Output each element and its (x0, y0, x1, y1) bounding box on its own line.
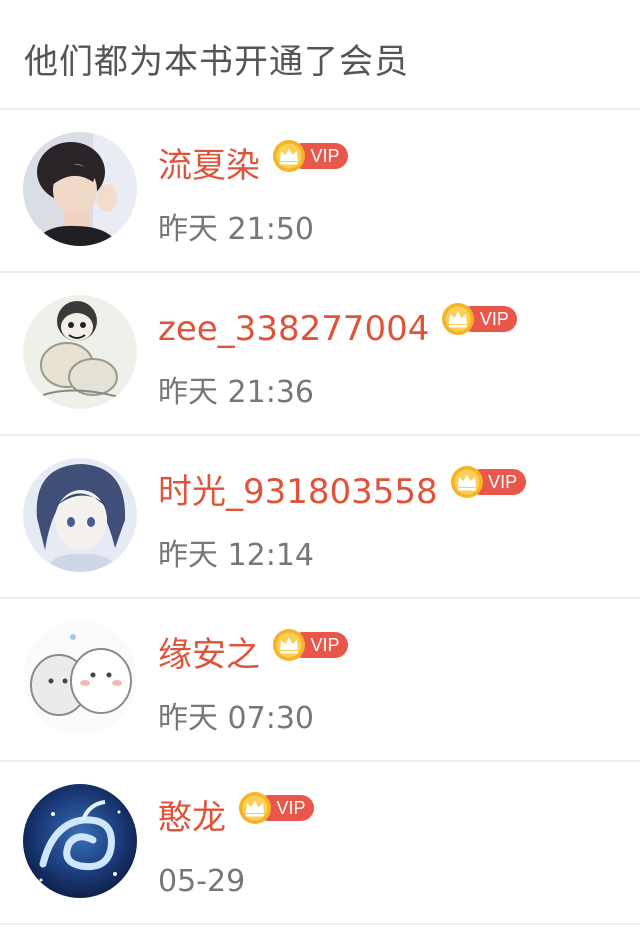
join-time: 05-29 (158, 864, 246, 899)
avatar[interactable] (23, 295, 137, 409)
crown-icon (442, 303, 475, 335)
username[interactable]: 时光_931803558 (158, 469, 438, 515)
name-line: 缘安之 VIP (158, 629, 348, 678)
list-item[interactable]: 缘安之 VIP 昨天 07:30 (0, 599, 640, 762)
list-item[interactable]: 时光_931803558 VIP 昨天 12:14 (0, 436, 640, 599)
page-title: 他们都为本书开通了会员 (24, 42, 409, 82)
join-time: 昨天 21:50 (158, 212, 314, 247)
avatar[interactable] (23, 784, 137, 898)
member-list: 流夏染 VIP 昨天 21:50 zee_338277004 VIP 昨天 21… (0, 110, 640, 925)
join-time: 昨天 21:36 (158, 375, 314, 410)
crown-icon (273, 140, 305, 172)
vip-badge: VIP (450, 465, 526, 498)
list-item[interactable]: zee_338277004 VIP 昨天 21:36 (0, 273, 640, 436)
name-line: 时光_931803558 VIP (158, 466, 526, 515)
avatar[interactable] (23, 132, 137, 246)
crown-icon (239, 792, 271, 824)
list-item[interactable]: 流夏染 VIP 昨天 21:50 (0, 110, 640, 273)
username[interactable]: 流夏染 (158, 143, 260, 189)
join-time: 昨天 07:30 (158, 701, 314, 736)
vip-badge: VIP (272, 139, 348, 172)
username[interactable]: 憨龙 (158, 795, 226, 841)
crown-icon (450, 466, 483, 498)
username[interactable]: zee_338277004 (158, 306, 429, 352)
avatar[interactable] (23, 458, 137, 572)
avatar[interactable] (23, 621, 137, 735)
username[interactable]: 缘安之 (158, 632, 260, 678)
name-line: 流夏染 VIP (158, 140, 348, 189)
name-line: 憨龙 VIP (158, 792, 314, 841)
vip-badge: VIP (441, 302, 518, 335)
page-header: 他们都为本书开通了会员 (0, 0, 640, 110)
name-line: zee_338277004 VIP (158, 303, 518, 352)
vip-badge: VIP (238, 791, 314, 824)
join-time: 昨天 12:14 (158, 538, 314, 573)
list-item[interactable]: 憨龙 VIP 05-29 (0, 762, 640, 925)
crown-icon (273, 629, 305, 661)
vip-badge: VIP (272, 628, 348, 661)
